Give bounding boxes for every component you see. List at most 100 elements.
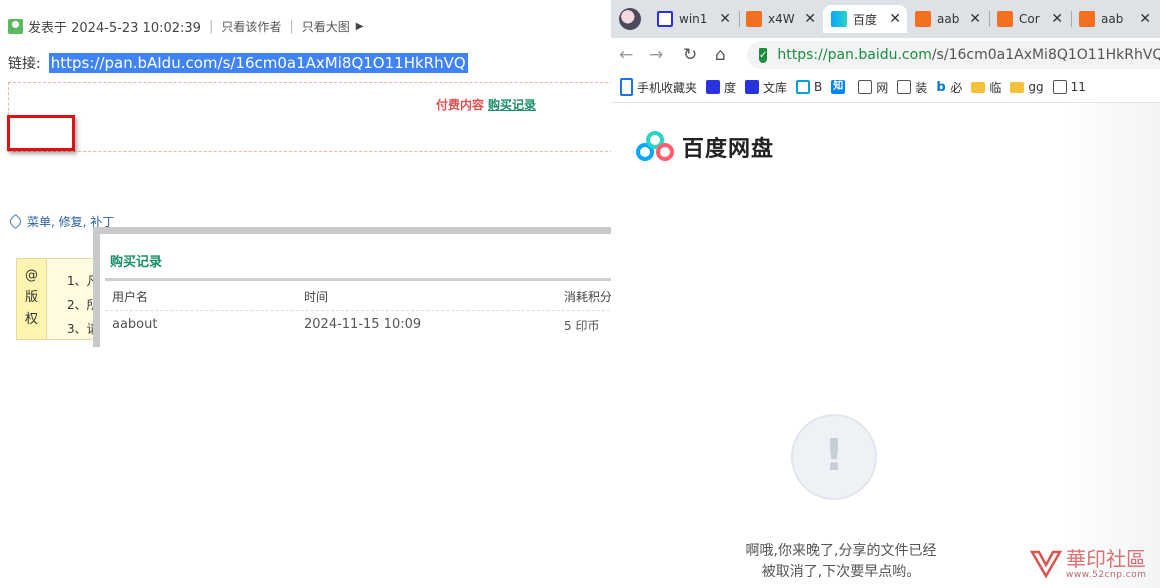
tab-separator: [1071, 11, 1072, 27]
only-big-image-link[interactable]: 只看大图: [302, 18, 350, 35]
tag-icon: [7, 213, 24, 230]
share-cancelled-message: 啊哦,你来晚了,分享的文件已经 被取消了,下次要早点哟。: [681, 541, 1001, 583]
bookmark-label: 文库: [763, 80, 788, 95]
folder-icon: [971, 81, 986, 93]
tab-label: aab: [937, 12, 960, 26]
phone-icon: [620, 78, 633, 96]
table-row-divider: [105, 310, 611, 311]
purchase-record-popup: 购买记录 用户名 时间 消耗积分 aabout 2024-11-15 10:09…: [93, 227, 611, 347]
row-points: 5 印币: [564, 319, 600, 333]
link-label: 链接:: [8, 56, 41, 72]
baidu-pan-logo[interactable]: 百度网盘: [636, 131, 774, 163]
forum-pane: 发表于 2024-5-23 10:02:39 | 只看该作者 | 只看大图 ▶ …: [0, 0, 611, 588]
bookmarks-bar: 手机收藏夹 度 文库 B 知 网 装 b必 临 gg 11: [611, 72, 1160, 103]
close-icon[interactable]: ✕: [1139, 11, 1157, 27]
copyright-char: 版: [24, 290, 38, 305]
bookmark-label: 装: [915, 80, 928, 95]
red-highlight-box: [7, 115, 75, 151]
exclamation-icon: !: [791, 414, 877, 500]
close-icon[interactable]: ✕: [719, 11, 737, 27]
copyright-vertical-label: @ 版 权: [17, 259, 47, 339]
close-icon[interactable]: ✕: [969, 11, 987, 27]
orange-site-icon: [915, 11, 931, 27]
globe-icon: [1052, 80, 1067, 94]
globe-icon: [858, 80, 873, 94]
watermark-url: www.52cnp.com: [1066, 570, 1147, 580]
page-shade: [1061, 103, 1160, 588]
message-line: 啊哦,你来晚了,分享的文件已经: [745, 543, 937, 559]
bookmark-label: B: [814, 80, 823, 94]
site-watermark: 華印社區 www.52cnp.com: [1029, 547, 1147, 580]
baidu-pan-logo-icon: [636, 131, 674, 163]
col-header-time: 时间: [304, 290, 329, 304]
tab-5[interactable]: Cor ✕: [997, 5, 1069, 33]
paid-content-label: 付费内容: [436, 98, 485, 112]
secure-shield-icon[interactable]: ✓: [759, 47, 768, 63]
tab-label: win1: [679, 12, 708, 26]
close-icon[interactable]: ✕: [1051, 11, 1069, 27]
orange-site-icon: [997, 11, 1013, 27]
bookmark-item[interactable]: gg: [1010, 80, 1044, 94]
close-icon[interactable]: ✕: [889, 11, 907, 27]
bookmark-label: gg: [1028, 80, 1044, 94]
close-icon[interactable]: ✕: [804, 11, 822, 27]
watermark-title: 華印社區: [1066, 547, 1146, 571]
paid-content-box: [8, 82, 611, 152]
divider: |: [289, 18, 294, 34]
play-arrow-icon[interactable]: ▶: [356, 21, 364, 32]
share-url-selected[interactable]: https://pan.bAIdu.com/s/16cm0a1AxMi8Q1O1…: [48, 53, 468, 73]
baidu-paw-icon: [706, 80, 721, 94]
baidu-pan-icon: [831, 11, 847, 27]
bookmark-item[interactable]: 知: [831, 80, 849, 94]
purchase-record-link[interactable]: 购买记录: [488, 96, 536, 113]
user-icon: [8, 18, 23, 34]
post-time: 发表于 2024-5-23 10:02:39: [28, 20, 201, 36]
profile-avatar[interactable]: [619, 8, 641, 30]
only-author-link[interactable]: 只看该作者: [221, 18, 281, 35]
bookmark-item[interactable]: B: [796, 80, 822, 94]
bilibili-icon: [796, 80, 811, 94]
tab-bar: win1 ✕ x4W ✕ 百度 ✕ aab ✕ Cor ✕ aab ✕: [611, 0, 1160, 38]
browser-toolbar: ← → ↻ ⌂ ✓ https:// pan.baidu.com /s/16cm…: [611, 38, 1160, 72]
bookmark-item[interactable]: b必: [936, 79, 962, 96]
wenku-icon: [745, 80, 760, 94]
col-header-username: 用户名: [112, 290, 149, 304]
row-username: aabout: [112, 317, 158, 332]
tab-4[interactable]: aab ✕: [915, 5, 987, 33]
tab-separator: [989, 11, 990, 27]
tab-separator: [739, 11, 740, 27]
bookmark-label: 网: [876, 80, 889, 95]
bookmark-item[interactable]: 手机收藏夹: [620, 78, 697, 96]
bookmark-item[interactable]: 11: [1052, 80, 1086, 94]
tab-label: aab: [1101, 12, 1124, 26]
brand-name: 百度网盘: [682, 137, 775, 162]
reload-icon[interactable]: ↻: [683, 45, 697, 65]
tab-1[interactable]: win1 ✕: [657, 5, 737, 33]
tab-6[interactable]: aab ✕: [1079, 5, 1157, 33]
post-meta: 发表于 2024-5-23 10:02:39 | 只看该作者 | 只看大图 ▶: [8, 16, 363, 36]
orange-site-icon: [1079, 11, 1095, 27]
message-line: 被取消了,下次要早点哟。: [761, 564, 921, 580]
bookmark-item[interactable]: 文库: [745, 79, 787, 96]
tab-active-baidu-pan[interactable]: 百度 ✕: [823, 5, 907, 33]
tab-label: 百度: [853, 12, 878, 27]
bing-icon: b: [936, 80, 946, 95]
orange-site-icon: [746, 11, 762, 27]
url-scheme: https://: [777, 47, 828, 63]
bookmark-item[interactable]: 度: [706, 79, 736, 96]
watermark-logo-icon: [1029, 548, 1063, 580]
bookmark-item[interactable]: 装: [897, 79, 927, 96]
tab-2[interactable]: x4W ✕: [746, 5, 822, 33]
address-bar[interactable]: ✓ https:// pan.baidu.com /s/16cm0a1AxMi8…: [747, 41, 1160, 69]
browser-window: win1 ✕ x4W ✕ 百度 ✕ aab ✕ Cor ✕ aab ✕ ← → …: [611, 0, 1160, 588]
bookmark-item[interactable]: 临: [971, 79, 1001, 96]
divider: |: [208, 18, 214, 34]
link-line: 链接: https://pan.bAIdu.com/s/16cm0a1AxMi8…: [8, 53, 468, 73]
forward-arrow-icon[interactable]: →: [649, 45, 663, 65]
folder-icon: [1010, 81, 1025, 93]
bookmark-item[interactable]: 网: [858, 79, 888, 96]
back-arrow-icon[interactable]: ←: [619, 45, 633, 65]
copyright-char: @: [25, 268, 38, 283]
bookmark-label: 临: [989, 80, 1002, 95]
home-icon[interactable]: ⌂: [715, 45, 726, 65]
